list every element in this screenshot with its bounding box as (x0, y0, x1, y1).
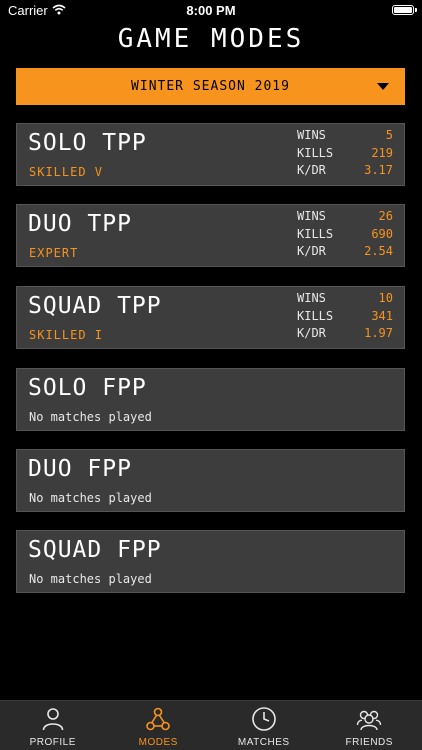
mode-name: SQUAD FPP (28, 537, 162, 563)
modes-icon (146, 707, 171, 731)
stat-label: KILLS (297, 308, 334, 323)
friends-icon (357, 710, 382, 731)
stat-label: K/DR (297, 244, 326, 258)
mode-rank: SKILLED I (29, 328, 104, 342)
tab-label: MATCHES (237, 737, 290, 748)
clock-time: 8:00 PM (186, 3, 236, 18)
stat-row-wins: WINS 10 (297, 291, 393, 309)
tab-modes[interactable]: MODES (106, 701, 212, 750)
tab-profile[interactable]: PROFILE (0, 701, 106, 750)
mode-card-duo-fpp[interactable]: DUO FPP No matches played (16, 449, 405, 512)
mode-name: SOLO FPP (28, 375, 147, 401)
tab-friends[interactable]: FRIENDS (317, 701, 422, 750)
status-bar: Carrier 8:00 PM (0, 0, 422, 22)
stat-row-kdr: K/DR 1.97 (297, 326, 393, 344)
stat-value: 690 (371, 226, 393, 241)
stat-value: 1.97 (364, 326, 393, 340)
tab-bar: PROFILE MODES MATCHES FRIENDS (0, 700, 422, 750)
tab-label: PROFILE (29, 737, 76, 748)
mode-card-solo-fpp[interactable]: SOLO FPP No matches played (16, 368, 405, 431)
no-matches-text: No matches played (29, 572, 152, 586)
stat-row-kills: KILLS 341 (297, 309, 393, 327)
stat-row-wins: WINS 26 (297, 209, 393, 227)
profile-icon (42, 708, 64, 731)
stat-label: KILLS (297, 226, 334, 241)
stat-label: KILLS (297, 145, 334, 160)
mode-name: DUO TPP (28, 211, 132, 237)
stat-value: 3.17 (364, 163, 393, 177)
stat-row-kdr: K/DR 2.54 (297, 244, 393, 262)
mode-name: SOLO TPP (28, 130, 147, 156)
mode-stats: WINS 5 KILLS 219 K/DR 3.17 (297, 128, 393, 181)
tab-label: MODES (138, 737, 178, 748)
no-matches-text: No matches played (29, 410, 152, 424)
stat-value: 219 (371, 145, 393, 160)
tab-matches[interactable]: MATCHES (211, 701, 317, 750)
season-selected-value: WINTER SEASON 2019 (131, 79, 290, 94)
mode-stats: WINS 10 KILLS 341 K/DR 1.97 (297, 291, 393, 344)
season-dropdown[interactable]: WINTER SEASON 2019 (16, 68, 405, 105)
battery-icon (392, 5, 414, 15)
stat-label: WINS (297, 291, 326, 305)
mode-card-squad-tpp[interactable]: SQUAD TPP SKILLED I WINS 10 KILLS 341 K/DR… (16, 286, 405, 349)
stat-label: K/DR (297, 326, 326, 340)
stat-value: 341 (371, 308, 393, 323)
battery-tip (415, 8, 417, 12)
mode-card-solo-tpp[interactable]: SOLO TPP SKILLED V WINS 5 KILLS 219 K/DR 3.… (16, 123, 405, 186)
mode-rank: SKILLED V (29, 165, 104, 179)
no-matches-text: No matches played (29, 491, 152, 505)
stat-value: 10 (378, 291, 393, 305)
stat-label: WINS (297, 128, 326, 142)
stat-label: K/DR (297, 163, 326, 177)
stat-row-wins: WINS 5 (297, 128, 393, 146)
page-title: GAME MODES (117, 24, 305, 54)
mode-card-duo-tpp[interactable]: DUO TPP EXPERT WINS 26 KILLS 690 K/DR 2.54 (16, 204, 405, 267)
stat-value: 26 (378, 209, 393, 223)
mode-card-squad-fpp[interactable]: SQUAD FPP No matches played (16, 530, 405, 593)
mode-name: DUO FPP (28, 456, 132, 482)
chevron-down-icon (377, 83, 389, 90)
mode-name: SQUAD TPP (28, 293, 162, 319)
mode-rank: EXPERT (29, 246, 79, 260)
tab-label: FRIENDS (345, 737, 393, 748)
clock-icon (251, 707, 276, 731)
stat-row-kills: KILLS 690 (297, 227, 393, 245)
stat-label: WINS (297, 209, 326, 223)
mode-stats: WINS 26 KILLS 690 K/DR 2.54 (297, 209, 393, 262)
stat-value: 5 (385, 128, 393, 142)
stat-value: 2.54 (364, 244, 393, 258)
stat-row-kills: KILLS 219 (297, 146, 393, 164)
stat-row-kdr: K/DR 3.17 (297, 163, 393, 181)
